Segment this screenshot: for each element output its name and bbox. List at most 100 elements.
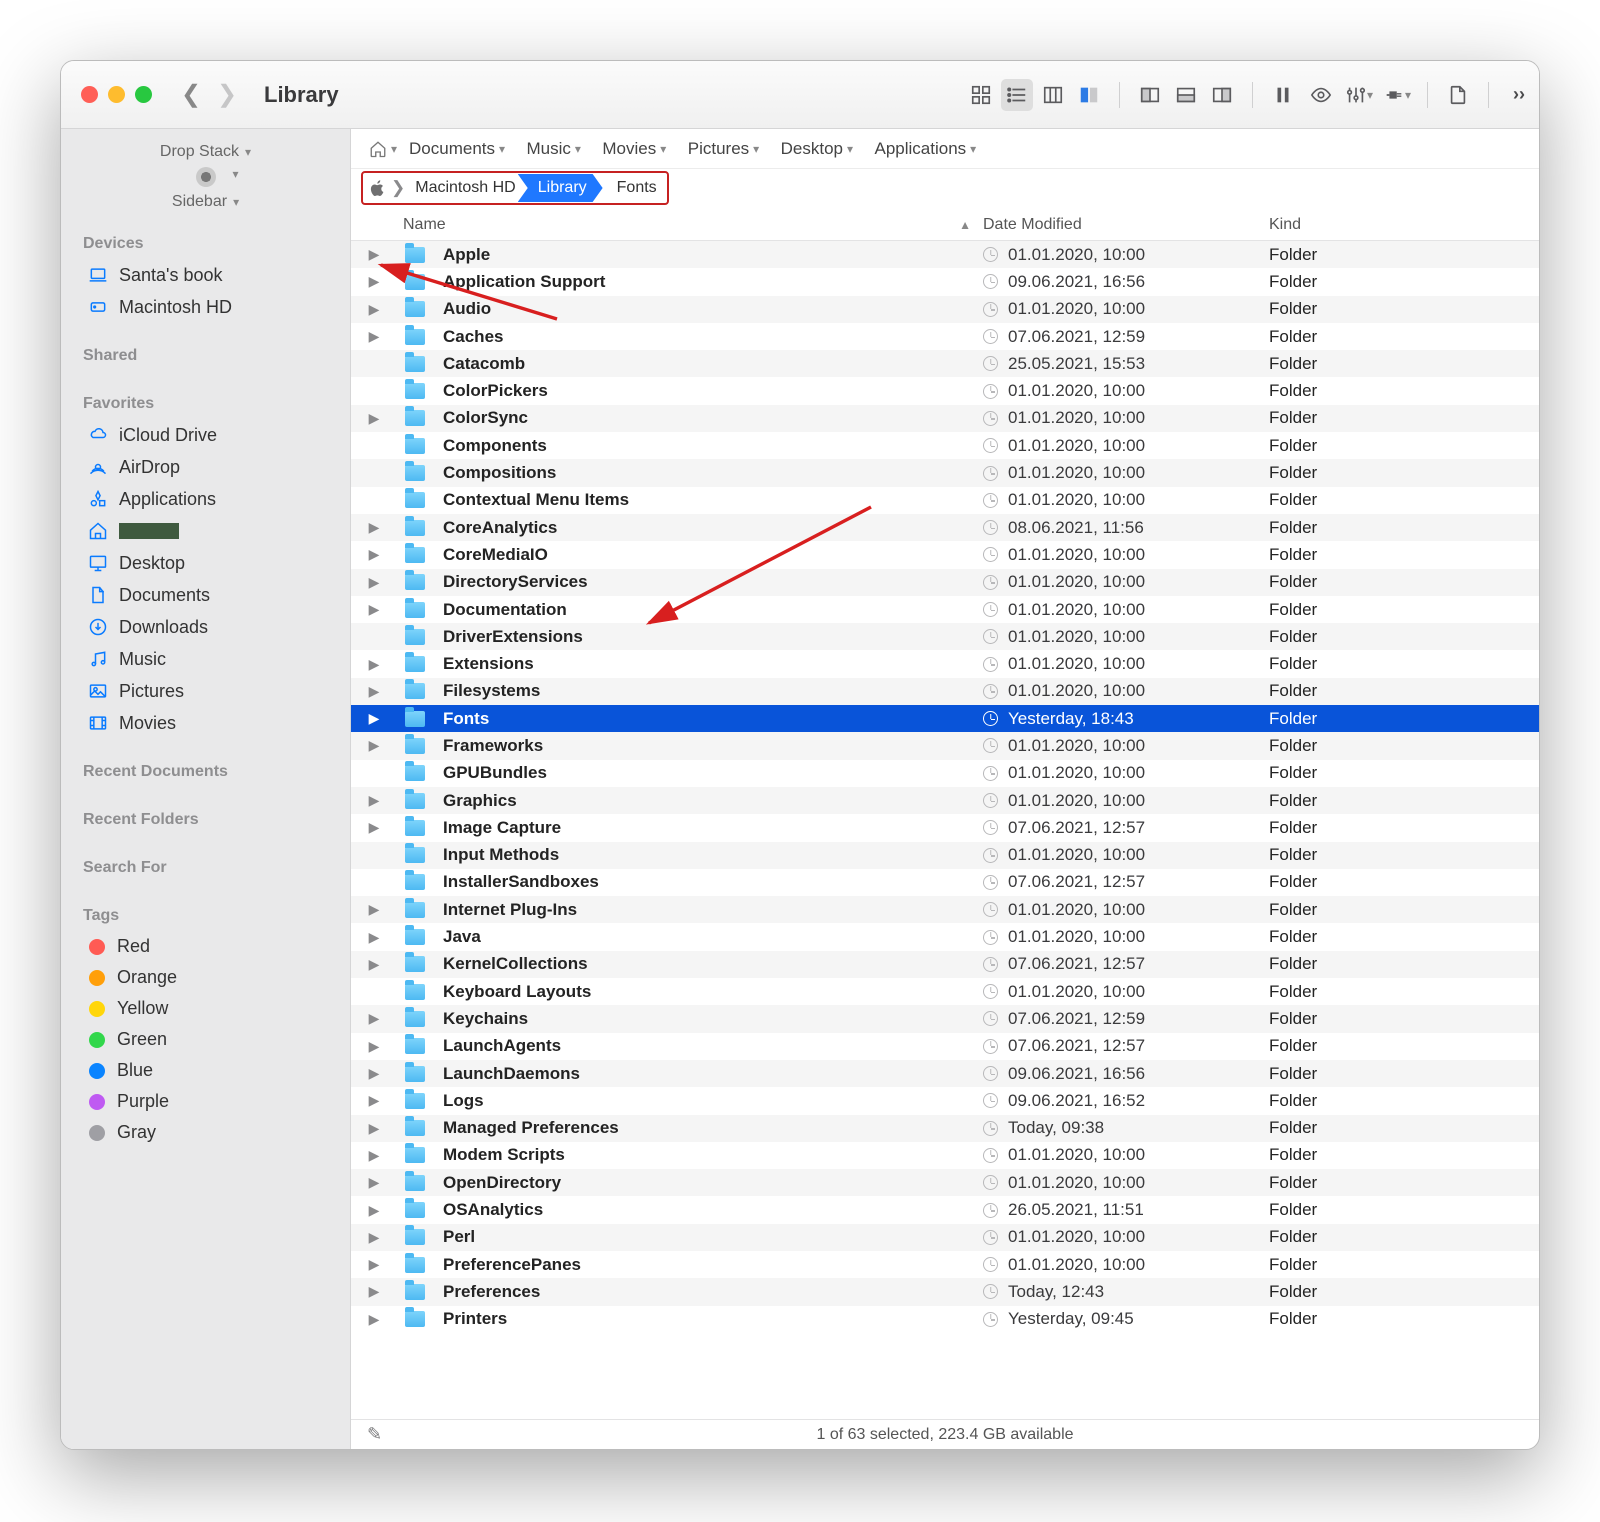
- disclosure-triangle-icon[interactable]: ▶: [351, 328, 397, 345]
- table-row[interactable]: ▶Modem Scripts01.01.2020, 10:00Folder: [351, 1142, 1539, 1169]
- table-row[interactable]: ▶CoreAnalytics08.06.2021, 11:56Folder: [351, 514, 1539, 541]
- back-button[interactable]: ❮: [176, 80, 206, 109]
- column-name[interactable]: Name▲: [397, 216, 983, 234]
- sidebar-item-downloads[interactable]: Downloads: [69, 611, 342, 643]
- disclosure-triangle-icon[interactable]: ▶: [351, 546, 397, 563]
- disclosure-triangle-icon[interactable]: ▶: [351, 519, 397, 536]
- disclosure-triangle-icon[interactable]: ▶: [351, 301, 397, 318]
- column-kind[interactable]: Kind: [1269, 216, 1539, 234]
- disclosure-triangle-icon[interactable]: ▶: [351, 1311, 397, 1328]
- disclosure-triangle-icon[interactable]: ▶: [351, 819, 397, 836]
- disclosure-triangle-icon[interactable]: ▶: [351, 1147, 397, 1164]
- minimize-button[interactable]: [108, 86, 125, 103]
- disclosure-triangle-icon[interactable]: ▶: [351, 273, 397, 290]
- disclosure-triangle-icon[interactable]: ▶: [351, 410, 397, 427]
- table-row[interactable]: ▶CoreMediaIO01.01.2020, 10:00Folder: [351, 541, 1539, 568]
- table-row[interactable]: ▶Logs09.06.2021, 16:52Folder: [351, 1087, 1539, 1114]
- table-row[interactable]: ▶Compositions01.01.2020, 10:00Folder: [351, 459, 1539, 486]
- table-row[interactable]: ▶Extensions01.01.2020, 10:00Folder: [351, 650, 1539, 677]
- preview-icon[interactable]: [1305, 79, 1337, 111]
- tag-gray[interactable]: Gray: [69, 1117, 342, 1148]
- settings-icon[interactable]: ▾: [1343, 79, 1375, 111]
- disclosure-triangle-icon[interactable]: ▶: [351, 737, 397, 754]
- table-row[interactable]: ▶FontsYesterday, 18:43Folder: [351, 705, 1539, 732]
- table-row[interactable]: ▶Keyboard Layouts01.01.2020, 10:00Folder: [351, 978, 1539, 1005]
- tag-yellow[interactable]: Yellow: [69, 993, 342, 1024]
- path-segment-library[interactable]: Library: [518, 174, 603, 202]
- table-row[interactable]: ▶Managed PreferencesToday, 09:38Folder: [351, 1115, 1539, 1142]
- table-row[interactable]: ▶Perl01.01.2020, 10:00Folder: [351, 1224, 1539, 1251]
- table-row[interactable]: ▶Java01.01.2020, 10:00Folder: [351, 923, 1539, 950]
- disclosure-triangle-icon[interactable]: ▶: [351, 792, 397, 809]
- sidebar-item-home[interactable]: [69, 515, 342, 547]
- table-row[interactable]: ▶LaunchDaemons09.06.2021, 16:56Folder: [351, 1060, 1539, 1087]
- table-row[interactable]: ▶DriverExtensions01.01.2020, 10:00Folder: [351, 623, 1539, 650]
- sidebar-item-applications[interactable]: Applications: [69, 483, 342, 515]
- table-row[interactable]: ▶Application Support09.06.2021, 16:56Fol…: [351, 268, 1539, 295]
- fullscreen-button[interactable]: [135, 86, 152, 103]
- disclosure-triangle-icon[interactable]: ▶: [351, 683, 397, 700]
- disclosure-triangle-icon[interactable]: ▶: [351, 574, 397, 591]
- dual-pane-right-icon[interactable]: [1206, 79, 1238, 111]
- dual-pane-left-icon[interactable]: [1134, 79, 1166, 111]
- new-file-icon[interactable]: [1442, 79, 1474, 111]
- table-row[interactable]: ▶PreferencePanes01.01.2020, 10:00Folder: [351, 1251, 1539, 1278]
- close-button[interactable]: [81, 86, 98, 103]
- disclosure-triangle-icon[interactable]: ▶: [351, 901, 397, 918]
- table-row[interactable]: ▶Input Methods01.01.2020, 10:00Folder: [351, 842, 1539, 869]
- table-row[interactable]: ▶PreferencesToday, 12:43Folder: [351, 1278, 1539, 1305]
- table-row[interactable]: ▶OSAnalytics26.05.2021, 11:51Folder: [351, 1196, 1539, 1223]
- linkbar-movies[interactable]: Movies ▾: [598, 136, 683, 162]
- path-segment-fonts[interactable]: Fonts: [597, 174, 665, 202]
- overflow-toolbar-button[interactable]: ››: [1513, 84, 1525, 105]
- tag-red[interactable]: Red: [69, 931, 342, 962]
- disclosure-triangle-icon[interactable]: ▶: [351, 656, 397, 673]
- table-row[interactable]: ▶ColorPickers01.01.2020, 10:00Folder: [351, 377, 1539, 404]
- disclosure-triangle-icon[interactable]: ▶: [351, 1120, 397, 1137]
- sidebar-item-icloud-drive[interactable]: iCloud Drive: [69, 419, 342, 451]
- table-row[interactable]: ▶Image Capture07.06.2021, 12:57Folder: [351, 814, 1539, 841]
- view-gallery-icon[interactable]: [1073, 79, 1105, 111]
- table-row[interactable]: ▶Frameworks01.01.2020, 10:00Folder: [351, 732, 1539, 759]
- disclosure-triangle-icon[interactable]: ▶: [351, 1092, 397, 1109]
- home-shortcut[interactable]: ▾: [365, 137, 401, 161]
- disclosure-triangle-icon[interactable]: ▶: [351, 1283, 397, 1300]
- sidebar-item-pictures[interactable]: Pictures: [69, 675, 342, 707]
- sidebar-item-macintosh-hd[interactable]: Macintosh HD: [69, 291, 342, 323]
- table-row[interactable]: ▶Graphics01.01.2020, 10:00Folder: [351, 787, 1539, 814]
- sidebar-item-documents[interactable]: Documents: [69, 579, 342, 611]
- disclosure-triangle-icon[interactable]: ▶: [351, 1202, 397, 1219]
- tag-orange[interactable]: Orange: [69, 962, 342, 993]
- sidebar-item-desktop[interactable]: Desktop: [69, 547, 342, 579]
- view-columns-icon[interactable]: [1037, 79, 1069, 111]
- sidebar-toggle[interactable]: Sidebar ▾: [61, 189, 350, 215]
- table-row[interactable]: ▶Contextual Menu Items01.01.2020, 10:00F…: [351, 487, 1539, 514]
- disclosure-triangle-icon[interactable]: ▶: [351, 246, 397, 263]
- table-row[interactable]: ▶LaunchAgents07.06.2021, 12:57Folder: [351, 1033, 1539, 1060]
- disclosure-triangle-icon[interactable]: ▶: [351, 1038, 397, 1055]
- linkbar-applications[interactable]: Applications ▾: [871, 136, 994, 162]
- table-row[interactable]: ▶PrintersYesterday, 09:45Folder: [351, 1306, 1539, 1333]
- dual-pane-bottom-icon[interactable]: [1170, 79, 1202, 111]
- table-row[interactable]: ▶Filesystems01.01.2020, 10:00Folder: [351, 678, 1539, 705]
- pause-icon[interactable]: [1267, 79, 1299, 111]
- sidebar-item-santa-s-book[interactable]: Santa's book: [69, 259, 342, 291]
- table-row[interactable]: ▶DirectoryServices01.01.2020, 10:00Folde…: [351, 569, 1539, 596]
- disclosure-triangle-icon[interactable]: ▶: [351, 710, 397, 727]
- forward-button[interactable]: ❯: [212, 80, 242, 109]
- table-row[interactable]: ▶Catacomb25.05.2021, 15:53Folder: [351, 350, 1539, 377]
- linkbar-pictures[interactable]: Pictures ▾: [684, 136, 777, 162]
- sidebar-item-movies[interactable]: Movies: [69, 707, 342, 739]
- table-row[interactable]: ▶Keychains07.06.2021, 12:59Folder: [351, 1005, 1539, 1032]
- tag-purple[interactable]: Purple: [69, 1086, 342, 1117]
- view-list-icon[interactable]: [1001, 79, 1033, 111]
- sidebar-item-music[interactable]: Music: [69, 643, 342, 675]
- disclosure-triangle-icon[interactable]: ▶: [351, 929, 397, 946]
- drop-stack-menu[interactable]: Drop Stack ▾: [61, 139, 350, 165]
- table-row[interactable]: ▶ColorSync01.01.2020, 10:00Folder: [351, 405, 1539, 432]
- drop-target-icon[interactable]: ▾: [196, 167, 216, 187]
- table-row[interactable]: ▶Caches07.06.2021, 12:59Folder: [351, 323, 1539, 350]
- tag-blue[interactable]: Blue: [69, 1055, 342, 1086]
- view-grid-icon[interactable]: [965, 79, 997, 111]
- table-row[interactable]: ▶Documentation01.01.2020, 10:00Folder: [351, 596, 1539, 623]
